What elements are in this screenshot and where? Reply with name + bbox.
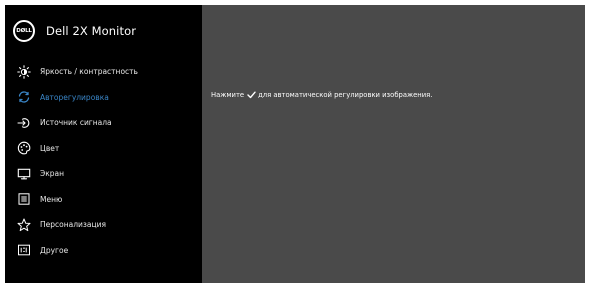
- display-icon: [17, 167, 31, 181]
- menu-item-label: Персонализация: [40, 220, 106, 230]
- main-menu: Яркость / контрастность Авторегулировка: [5, 59, 202, 263]
- menu-item-label: Авторегулировка: [40, 92, 109, 102]
- auto-adjust-icon: [17, 90, 31, 104]
- osd-menu: DØLL Dell 2X Monitor Яркость / контрастн…: [5, 5, 585, 283]
- menu-item-auto-adjust[interactable]: Авторегулировка: [5, 85, 202, 111]
- brand-header: DØLL Dell 2X Monitor: [5, 5, 202, 57]
- checkmark-icon: [247, 91, 256, 99]
- instruction-suffix: для автоматической регулировки изображен…: [258, 91, 433, 99]
- star-icon: [17, 218, 31, 232]
- menu-item-display[interactable]: Экран: [5, 161, 202, 187]
- menu-icon: [17, 192, 31, 206]
- menu-item-label: Экран: [40, 169, 65, 179]
- menu-item-input-source[interactable]: Источник сигнала: [5, 110, 202, 136]
- instruction-prefix: Нажмите: [211, 91, 245, 99]
- menu-item-brightness-contrast[interactable]: Яркость / контрастность: [5, 59, 202, 85]
- menu-item-color[interactable]: Цвет: [5, 136, 202, 162]
- content-panel: Нажмите для автоматической регулировки и…: [202, 5, 585, 283]
- dell-logo-text: DØLL: [16, 28, 32, 34]
- menu-item-label: Яркость / контрастность: [40, 67, 138, 77]
- input-source-icon: [17, 116, 31, 130]
- menu-item-personalize[interactable]: Персонализация: [5, 212, 202, 238]
- brightness-icon: [17, 65, 31, 79]
- monitor-title: Dell 2X Monitor: [46, 24, 137, 38]
- dell-logo: DØLL: [13, 20, 35, 42]
- sidebar: DØLL Dell 2X Monitor Яркость / контрастн…: [5, 5, 202, 283]
- menu-item-other[interactable]: Другое: [5, 238, 202, 264]
- menu-item-label: Источник сигнала: [40, 118, 112, 128]
- other-icon: [17, 243, 31, 257]
- menu-item-label: Цвет: [40, 143, 60, 153]
- auto-adjust-instruction: Нажмите для автоматической регулировки и…: [211, 91, 432, 99]
- menu-item-label: Другое: [40, 245, 69, 255]
- menu-item-label: Меню: [40, 194, 63, 204]
- color-icon: [17, 141, 31, 155]
- menu-item-menu[interactable]: Меню: [5, 187, 202, 213]
